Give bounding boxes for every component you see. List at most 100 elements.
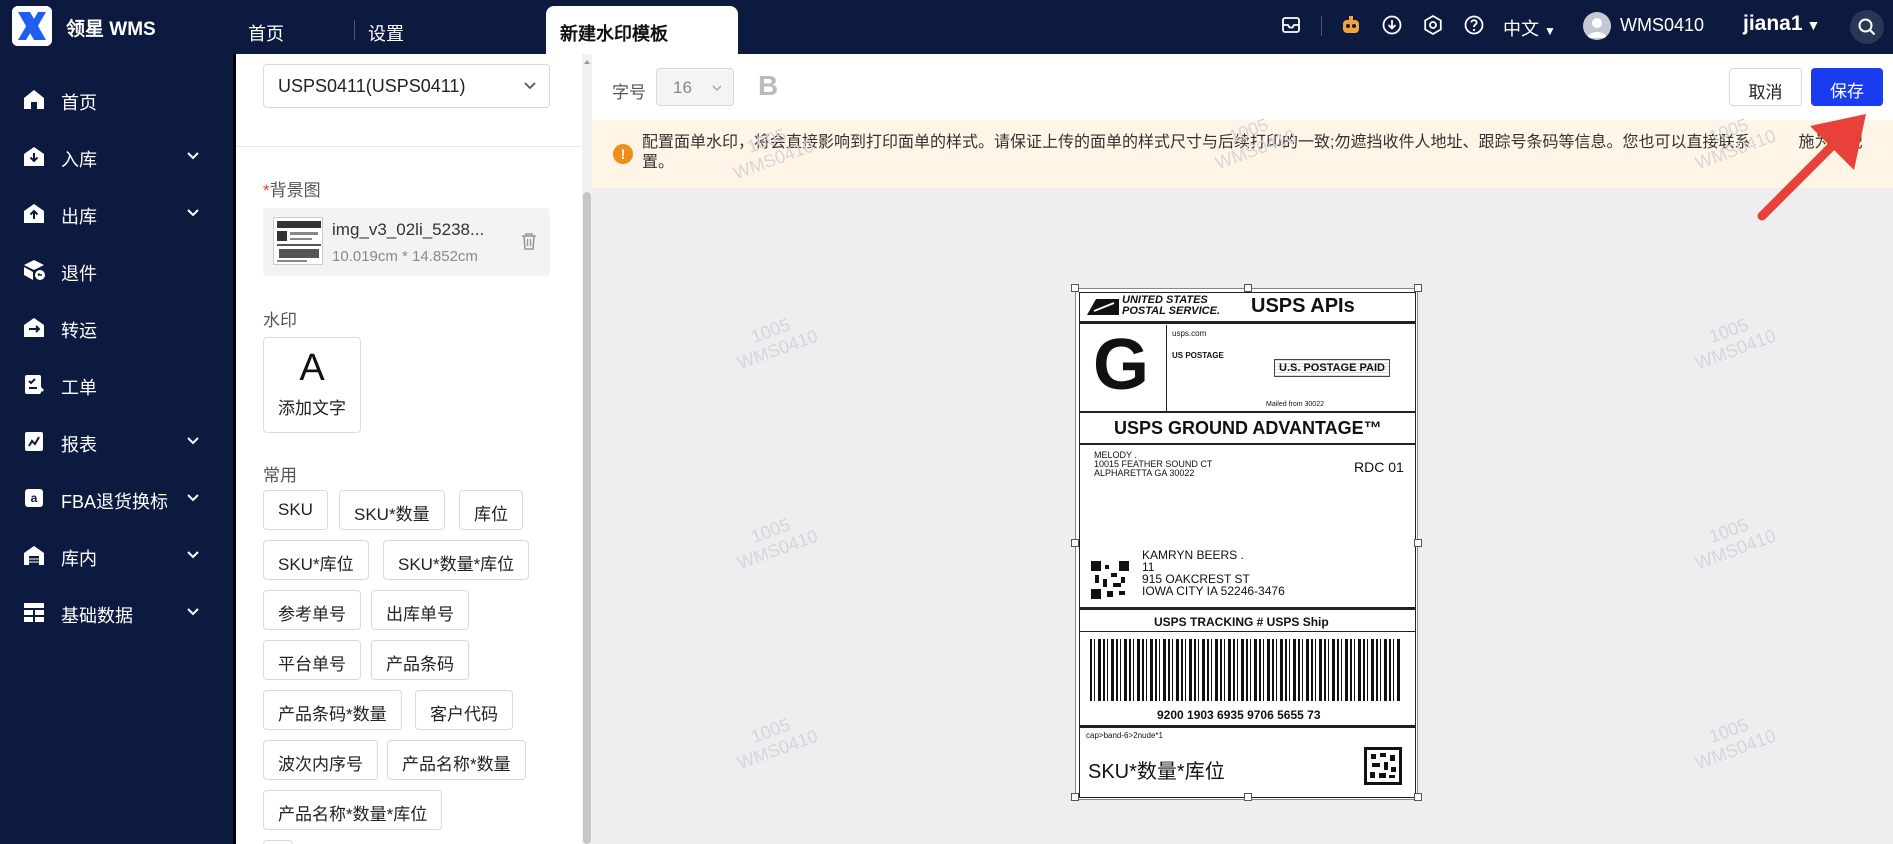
chip-location[interactable]: 库位 [459,490,523,530]
file-name: img_v3_02li_5238... [332,220,485,239]
resize-handle-top[interactable] [1244,284,1252,292]
recipient-address: KAMRYN BEERS . 11 915 OAKCREST ST IOWA CITY… [1142,548,1285,598]
postage-paid-stamp: U.S. POSTAGE PAID [1274,359,1390,377]
watermark-sku-qty-location[interactable]: SKU*数量*库位 [1088,755,1225,784]
sidebar-item-in-warehouse[interactable]: 库内 [0,532,233,578]
tracking-barcode [1090,639,1402,701]
sidebar-item-workorder[interactable]: 工单 [0,361,233,407]
background-file-card[interactable]: img_v3_02li_5238... 10.019cm * 14.852cm [263,208,550,276]
resize-handle-right[interactable] [1414,539,1422,547]
sidebar-item-outbound[interactable]: 出库 [0,190,233,236]
resize-handle-bottom-left[interactable] [1071,793,1079,801]
font-size-select[interactable]: 16 [656,68,734,106]
add-text-label: 添加文字 [278,399,346,418]
resize-handle-bottom-right[interactable] [1414,793,1422,801]
chevron-down-icon [187,551,199,559]
bold-button[interactable]: B [758,70,778,102]
lingxing-logo-icon[interactable] [12,6,52,46]
notice-text: 配置面单水印，将会直接影响到打印面单的样式。请保证上传的面单的样式尺寸与后续打印… [642,134,1863,171]
chevron-down-icon [187,152,199,160]
required-mark: * [263,181,270,200]
search-icon [1858,18,1876,36]
scroll-up-arrow-icon[interactable] [583,58,591,66]
sidebar-item-home[interactable]: 首页 [0,76,233,122]
delete-icon[interactable] [521,232,537,250]
tab-new-watermark-template[interactable]: 新建水印模板 [546,6,738,54]
download-icon[interactable] [1381,14,1403,36]
sidebar-item-basic-data[interactable]: 基础数据 [0,589,233,635]
chevron-down-icon [187,209,199,217]
tab-settings[interactable]: 设置 [368,20,404,46]
robot-assistant-icon[interactable] [1340,14,1362,36]
chip-partially-visible[interactable] [263,840,293,844]
chip-product-barcode-qty[interactable]: 产品条码*数量 [263,690,402,730]
usps-eagle-logo-icon [1087,299,1119,315]
cancel-button[interactable]: 取消 [1729,68,1802,106]
brand-name: 领星 WMS [66,19,156,40]
sidebar-item-label: 退件 [61,264,97,284]
chip-platform-number[interactable]: 平台单号 [263,640,361,680]
editor-toolbar [592,54,1893,120]
background-label: *背景图 [263,176,321,201]
save-button[interactable]: 保存 [1811,68,1883,106]
warehouse-account[interactable]: WMS0410 [1620,15,1704,36]
sidebar-item-label: 首页 [61,93,97,113]
home-icon [24,90,44,109]
resize-handle-left[interactable] [1071,539,1079,547]
top-navigation-bar: 领星 WMS 首页 设置 新建水印模板 中文 ▼ WMS0410 jiana1 ▼ [0,0,1893,54]
chip-wave-sequence[interactable]: 波次内序号 [263,740,378,780]
add-text-button[interactable]: A 添加文字 [263,337,361,433]
language-switcher[interactable]: 中文 ▼ [1503,15,1556,41]
sidebar-item-label: 转运 [61,321,97,341]
mailed-from-text: Mailed from 30022 [1266,401,1324,408]
chip-customer-code[interactable]: 客户代码 [415,690,513,730]
sidebar-item-inbound[interactable]: 入库 [0,133,233,179]
help-icon[interactable] [1463,14,1485,36]
user-menu[interactable]: jiana1 ▼ [1743,12,1820,36]
chip-product-barcode[interactable]: 产品条码 [371,640,469,680]
us-postage-text: US POSTAGE [1172,351,1224,360]
avatar[interactable] [1583,12,1611,40]
font-size-label: 字号 [612,83,646,102]
chevron-down-icon [187,437,199,445]
sidebar-item-label: FBA退货换标 [61,492,169,512]
toolbar-divider [1321,16,1322,36]
chip-sku-qty-location[interactable]: SKU*数量*库位 [383,540,530,580]
resize-handle-bottom[interactable] [1244,793,1252,801]
label-rule [1079,321,1416,324]
inbox-icon[interactable] [1280,14,1302,36]
tab-home[interactable]: 首页 [248,20,284,46]
chip-product-name-qty-location[interactable]: 产品名称*数量*库位 [263,790,443,830]
label-footer-code: cap>band-6>2nude*1 [1086,731,1163,740]
inbound-icon [24,147,44,166]
recipient-2d-barcode-icon [1091,561,1129,599]
chevron-down-icon [524,82,536,90]
chip-sku-location[interactable]: SKU*库位 [263,540,369,580]
label-rule [1079,631,1416,632]
chip-reference-number[interactable]: 参考单号 [263,590,361,630]
sidebar-item-transfer[interactable]: 转运 [0,304,233,350]
sidebar-item-reports[interactable]: 报表 [0,418,233,464]
shipping-label[interactable]: UNITED STATES POSTAL SERVICE. USPS APIs G… [1075,288,1418,800]
chip-product-name-qty[interactable]: 产品名称*数量 [387,740,526,780]
footer-2d-barcode-icon [1364,747,1402,785]
sidebar-item-returns[interactable]: 退件 [0,247,233,293]
usps-com-text: usps.com [1172,329,1207,338]
settings-gear-icon[interactable] [1422,14,1444,36]
resize-handle-top-left[interactable] [1071,284,1079,292]
common-label: 常用 [263,466,297,485]
sidebar-item-label: 入库 [61,150,97,170]
route-code: RDC 01 [1354,459,1404,475]
search-button[interactable] [1850,10,1884,44]
chip-sku-qty[interactable]: SKU*数量 [339,490,445,530]
panel-scrollbar-thumb[interactable] [583,192,591,844]
sidebar-item-fba-relabel[interactable]: a FBA退货换标 [0,475,233,521]
warehouse-icon [24,546,44,565]
chip-outbound-number[interactable]: 出库单号 [371,590,469,630]
file-dimensions: 10.019cm * 14.852cm [332,248,478,265]
data-icon [24,603,44,622]
resize-handle-top-right[interactable] [1414,284,1422,292]
chip-sku[interactable]: SKU [263,490,328,530]
username: jiana1 [1743,12,1803,35]
template-select[interactable]: USPS0411(USPS0411) [263,64,550,108]
